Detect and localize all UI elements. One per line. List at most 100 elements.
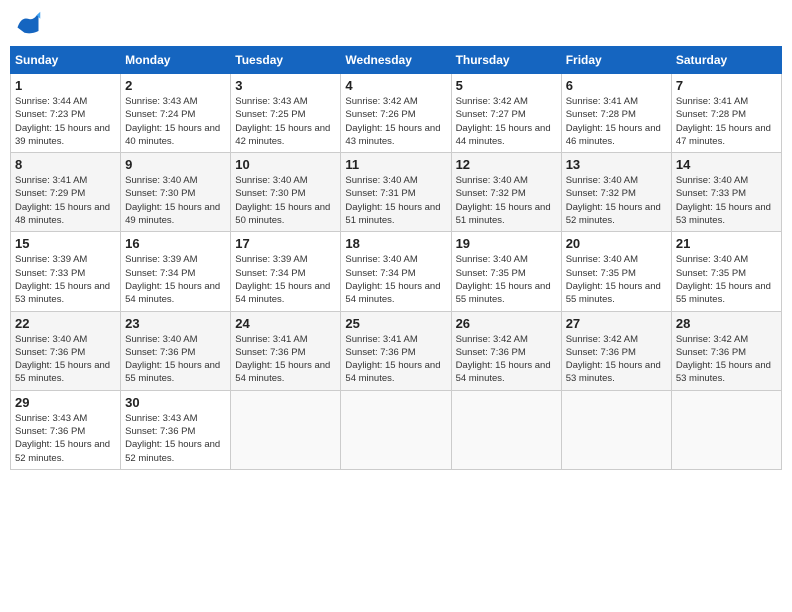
calendar-cell — [561, 390, 671, 469]
calendar-cell: 6 Sunrise: 3:41 AM Sunset: 7:28 PM Dayli… — [561, 74, 671, 153]
day-info: Sunrise: 3:42 AM Sunset: 7:36 PM Dayligh… — [456, 333, 557, 386]
logo-icon — [14, 10, 42, 38]
day-info: Sunrise: 3:44 AM Sunset: 7:23 PM Dayligh… — [15, 95, 116, 148]
day-number: 5 — [456, 78, 557, 93]
day-info: Sunrise: 3:43 AM Sunset: 7:24 PM Dayligh… — [125, 95, 226, 148]
day-number: 15 — [15, 236, 116, 251]
calendar-cell: 4 Sunrise: 3:42 AM Sunset: 7:26 PM Dayli… — [341, 74, 451, 153]
day-number: 18 — [345, 236, 446, 251]
day-info: Sunrise: 3:42 AM Sunset: 7:36 PM Dayligh… — [566, 333, 667, 386]
weekday-header-friday: Friday — [561, 47, 671, 74]
calendar-cell: 28 Sunrise: 3:42 AM Sunset: 7:36 PM Dayl… — [671, 311, 781, 390]
day-info: Sunrise: 3:40 AM Sunset: 7:36 PM Dayligh… — [125, 333, 226, 386]
day-info: Sunrise: 3:43 AM Sunset: 7:25 PM Dayligh… — [235, 95, 336, 148]
day-info: Sunrise: 3:40 AM Sunset: 7:30 PM Dayligh… — [235, 174, 336, 227]
day-info: Sunrise: 3:41 AM Sunset: 7:36 PM Dayligh… — [235, 333, 336, 386]
page-header — [10, 10, 782, 38]
day-number: 9 — [125, 157, 226, 172]
calendar-cell: 30 Sunrise: 3:43 AM Sunset: 7:36 PM Dayl… — [121, 390, 231, 469]
day-info: Sunrise: 3:40 AM Sunset: 7:33 PM Dayligh… — [676, 174, 777, 227]
day-info: Sunrise: 3:42 AM Sunset: 7:26 PM Dayligh… — [345, 95, 446, 148]
calendar-header: SundayMondayTuesdayWednesdayThursdayFrid… — [11, 47, 782, 74]
calendar-week-5: 29 Sunrise: 3:43 AM Sunset: 7:36 PM Dayl… — [11, 390, 782, 469]
calendar-cell: 1 Sunrise: 3:44 AM Sunset: 7:23 PM Dayli… — [11, 74, 121, 153]
day-info: Sunrise: 3:40 AM Sunset: 7:31 PM Dayligh… — [345, 174, 446, 227]
calendar-cell: 9 Sunrise: 3:40 AM Sunset: 7:30 PM Dayli… — [121, 153, 231, 232]
calendar-cell: 27 Sunrise: 3:42 AM Sunset: 7:36 PM Dayl… — [561, 311, 671, 390]
day-info: Sunrise: 3:43 AM Sunset: 7:36 PM Dayligh… — [15, 412, 116, 465]
day-number: 2 — [125, 78, 226, 93]
calendar-week-2: 8 Sunrise: 3:41 AM Sunset: 7:29 PM Dayli… — [11, 153, 782, 232]
calendar-cell: 25 Sunrise: 3:41 AM Sunset: 7:36 PM Dayl… — [341, 311, 451, 390]
day-number: 10 — [235, 157, 336, 172]
day-number: 1 — [15, 78, 116, 93]
calendar-cell: 19 Sunrise: 3:40 AM Sunset: 7:35 PM Dayl… — [451, 232, 561, 311]
day-info: Sunrise: 3:41 AM Sunset: 7:28 PM Dayligh… — [566, 95, 667, 148]
weekday-row: SundayMondayTuesdayWednesdayThursdayFrid… — [11, 47, 782, 74]
day-info: Sunrise: 3:40 AM Sunset: 7:35 PM Dayligh… — [456, 253, 557, 306]
calendar-table: SundayMondayTuesdayWednesdayThursdayFrid… — [10, 46, 782, 470]
calendar-cell: 17 Sunrise: 3:39 AM Sunset: 7:34 PM Dayl… — [231, 232, 341, 311]
calendar-cell: 24 Sunrise: 3:41 AM Sunset: 7:36 PM Dayl… — [231, 311, 341, 390]
day-number: 7 — [676, 78, 777, 93]
calendar-cell: 22 Sunrise: 3:40 AM Sunset: 7:36 PM Dayl… — [11, 311, 121, 390]
calendar-cell — [231, 390, 341, 469]
day-info: Sunrise: 3:40 AM Sunset: 7:32 PM Dayligh… — [456, 174, 557, 227]
calendar-week-4: 22 Sunrise: 3:40 AM Sunset: 7:36 PM Dayl… — [11, 311, 782, 390]
calendar-cell: 12 Sunrise: 3:40 AM Sunset: 7:32 PM Dayl… — [451, 153, 561, 232]
day-info: Sunrise: 3:39 AM Sunset: 7:33 PM Dayligh… — [15, 253, 116, 306]
weekday-header-sunday: Sunday — [11, 47, 121, 74]
day-number: 23 — [125, 316, 226, 331]
calendar-cell: 10 Sunrise: 3:40 AM Sunset: 7:30 PM Dayl… — [231, 153, 341, 232]
day-number: 8 — [15, 157, 116, 172]
calendar-cell: 11 Sunrise: 3:40 AM Sunset: 7:31 PM Dayl… — [341, 153, 451, 232]
day-info: Sunrise: 3:41 AM Sunset: 7:29 PM Dayligh… — [15, 174, 116, 227]
calendar-body: 1 Sunrise: 3:44 AM Sunset: 7:23 PM Dayli… — [11, 74, 782, 470]
calendar-week-3: 15 Sunrise: 3:39 AM Sunset: 7:33 PM Dayl… — [11, 232, 782, 311]
day-number: 21 — [676, 236, 777, 251]
day-info: Sunrise: 3:39 AM Sunset: 7:34 PM Dayligh… — [125, 253, 226, 306]
day-info: Sunrise: 3:40 AM Sunset: 7:30 PM Dayligh… — [125, 174, 226, 227]
calendar-cell: 16 Sunrise: 3:39 AM Sunset: 7:34 PM Dayl… — [121, 232, 231, 311]
weekday-header-tuesday: Tuesday — [231, 47, 341, 74]
day-number: 27 — [566, 316, 667, 331]
calendar-cell: 26 Sunrise: 3:42 AM Sunset: 7:36 PM Dayl… — [451, 311, 561, 390]
calendar-cell: 15 Sunrise: 3:39 AM Sunset: 7:33 PM Dayl… — [11, 232, 121, 311]
day-number: 12 — [456, 157, 557, 172]
calendar-cell: 5 Sunrise: 3:42 AM Sunset: 7:27 PM Dayli… — [451, 74, 561, 153]
calendar-cell: 29 Sunrise: 3:43 AM Sunset: 7:36 PM Dayl… — [11, 390, 121, 469]
calendar-cell — [451, 390, 561, 469]
calendar-cell: 13 Sunrise: 3:40 AM Sunset: 7:32 PM Dayl… — [561, 153, 671, 232]
day-number: 30 — [125, 395, 226, 410]
logo — [14, 10, 46, 38]
day-number: 28 — [676, 316, 777, 331]
day-info: Sunrise: 3:43 AM Sunset: 7:36 PM Dayligh… — [125, 412, 226, 465]
day-info: Sunrise: 3:40 AM Sunset: 7:35 PM Dayligh… — [566, 253, 667, 306]
day-info: Sunrise: 3:40 AM Sunset: 7:34 PM Dayligh… — [345, 253, 446, 306]
weekday-header-monday: Monday — [121, 47, 231, 74]
day-info: Sunrise: 3:41 AM Sunset: 7:28 PM Dayligh… — [676, 95, 777, 148]
day-info: Sunrise: 3:40 AM Sunset: 7:32 PM Dayligh… — [566, 174, 667, 227]
day-number: 4 — [345, 78, 446, 93]
day-number: 26 — [456, 316, 557, 331]
day-info: Sunrise: 3:42 AM Sunset: 7:36 PM Dayligh… — [676, 333, 777, 386]
calendar-cell: 23 Sunrise: 3:40 AM Sunset: 7:36 PM Dayl… — [121, 311, 231, 390]
day-number: 25 — [345, 316, 446, 331]
day-info: Sunrise: 3:39 AM Sunset: 7:34 PM Dayligh… — [235, 253, 336, 306]
calendar-cell: 8 Sunrise: 3:41 AM Sunset: 7:29 PM Dayli… — [11, 153, 121, 232]
day-number: 16 — [125, 236, 226, 251]
calendar-cell — [671, 390, 781, 469]
day-number: 20 — [566, 236, 667, 251]
weekday-header-thursday: Thursday — [451, 47, 561, 74]
day-info: Sunrise: 3:40 AM Sunset: 7:36 PM Dayligh… — [15, 333, 116, 386]
day-number: 17 — [235, 236, 336, 251]
calendar-cell: 20 Sunrise: 3:40 AM Sunset: 7:35 PM Dayl… — [561, 232, 671, 311]
weekday-header-saturday: Saturday — [671, 47, 781, 74]
day-info: Sunrise: 3:42 AM Sunset: 7:27 PM Dayligh… — [456, 95, 557, 148]
day-number: 3 — [235, 78, 336, 93]
day-number: 24 — [235, 316, 336, 331]
weekday-header-wednesday: Wednesday — [341, 47, 451, 74]
day-number: 11 — [345, 157, 446, 172]
calendar-cell: 21 Sunrise: 3:40 AM Sunset: 7:35 PM Dayl… — [671, 232, 781, 311]
day-number: 29 — [15, 395, 116, 410]
